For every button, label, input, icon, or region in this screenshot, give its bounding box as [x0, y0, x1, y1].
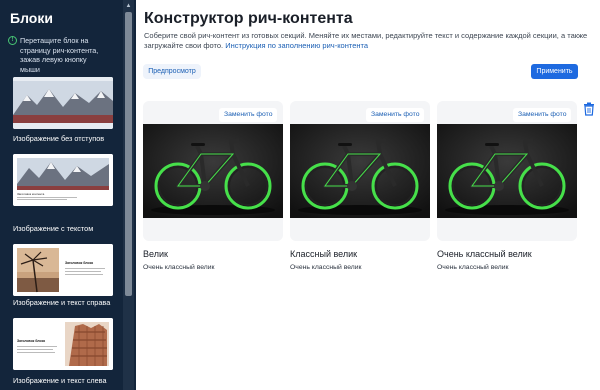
content-card[interactable]: Заменить фото [290, 101, 430, 241]
block-preview-caption: Заголовок блока [17, 339, 45, 343]
bicycle-image [143, 124, 283, 218]
replace-photo-button[interactable]: Заменить фото [219, 108, 278, 122]
apply-button[interactable]: Применить [531, 64, 578, 79]
card-title[interactable]: Велик [143, 249, 168, 259]
block-image-no-padding[interactable] [13, 77, 113, 129]
card-title[interactable]: Очень классный велик [437, 249, 532, 259]
bicycle-image [437, 124, 577, 218]
page-title: Конструктор рич-контента [144, 10, 353, 27]
page-description: Соберите свой рич-контент из готовых сек… [144, 31, 594, 51]
drag-hint-text: Перетащите блок на страницу рич-контента… [20, 36, 99, 74]
bike-photo [143, 124, 283, 218]
replace-photo-button[interactable]: Заменить фото [513, 108, 572, 122]
content-card[interactable]: Заменить фото [143, 101, 283, 241]
block-label: Изображение и текст слева [13, 376, 107, 385]
info-icon: ! [8, 36, 17, 45]
replace-photo-button[interactable]: Заменить фото [366, 108, 425, 122]
block-label: Изображение и текст справа [13, 298, 111, 307]
card-text[interactable]: Очень классный велик [290, 264, 362, 271]
block-preview-caption: Заголовок блока [65, 261, 93, 265]
block-label: Изображение с текстом [13, 224, 94, 233]
content-card[interactable]: Заменить фото [437, 101, 577, 241]
card-text[interactable]: Очень классный велик [143, 264, 215, 271]
card-title[interactable]: Классный велик [290, 249, 357, 259]
rich-content-constructor: Блоки ! Перетащите блок на страницу рич-… [0, 0, 600, 390]
preview-button[interactable]: Предпросмотр [143, 64, 201, 79]
bike-photo [290, 124, 430, 218]
trash-icon[interactable] [583, 102, 595, 116]
drag-hint: ! Перетащите блок на страницу рич-контен… [8, 36, 106, 74]
card-text[interactable]: Очень классный велик [437, 264, 509, 271]
scrollbar-thumb[interactable] [125, 12, 132, 296]
mountain-image: Заголовок контента [13, 154, 113, 206]
scroll-up-icon[interactable]: ▲ [123, 2, 134, 10]
sidebar-title: Блоки [10, 10, 53, 26]
blocks-sidebar: Блоки ! Перетащите блок на страницу рич-… [0, 0, 136, 390]
instruction-link[interactable]: Инструкция по заполнению рич-контента [225, 41, 368, 50]
palm-image: Заголовок блока [13, 244, 113, 296]
block-image-text-left[interactable]: Заголовок блока [13, 318, 113, 370]
block-label: Изображение без отступов [13, 134, 105, 143]
sidebar-scrollbar[interactable]: ▲ [123, 0, 134, 390]
mountain-image [13, 77, 113, 129]
block-preview-caption: Заголовок контента [17, 192, 45, 196]
block-image-with-text[interactable]: Заголовок контента [13, 154, 113, 206]
bike-photo [437, 124, 577, 218]
main-content: Конструктор рич-контента Соберите свой р… [136, 0, 600, 390]
bicycle-image [290, 124, 430, 218]
building-image: Заголовок блока [13, 318, 113, 370]
block-image-text-right[interactable]: Заголовок блока [13, 244, 113, 296]
